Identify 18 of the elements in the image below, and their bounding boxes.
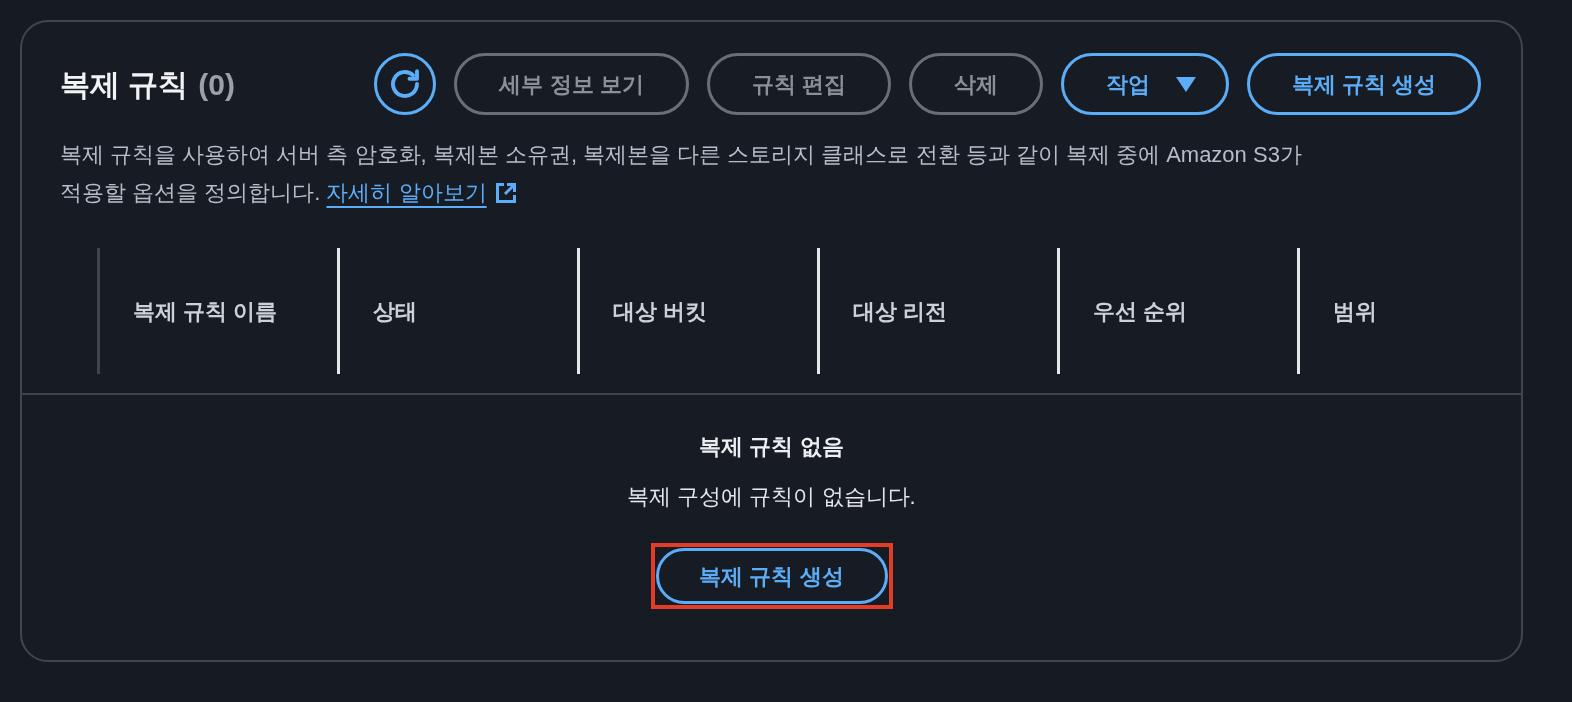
column-header: 대상 리전 — [853, 297, 948, 326]
column-header: 우선 순위 — [1093, 297, 1188, 326]
description-text: 복제 규칙을 사용하여 서버 측 암호화, 복제본 소유권, 복제본을 다른 스토리지 클래스로 전환 등과 같이 복제 중에 Amazon S3가 적용할 옵션을 정의합니다. 자세히 알아보기 — [22, 136, 1342, 212]
caret-down-icon — [1175, 76, 1196, 92]
panel-title: 복제 규칙 — [60, 66, 189, 103]
external-link-icon — [494, 182, 517, 204]
column-header: 상태 — [373, 297, 417, 326]
column-header: 복제 규칙 이름 — [133, 297, 278, 326]
column-header: 대상 버킷 — [613, 297, 708, 326]
empty-state-title: 복제 규칙 없음 — [699, 433, 844, 461]
refresh-button[interactable] — [374, 53, 437, 115]
toolbar-button[interactable]: 복제 규칙 생성 — [1246, 53, 1481, 115]
create-rule-button[interactable]: 복제 규칙 생성 — [655, 548, 888, 604]
rule-count: (0) — [198, 66, 235, 103]
column-header: 범위 — [1333, 297, 1377, 326]
learn-more-link[interactable]: 자세히 알아보기 — [326, 174, 517, 212]
empty-state-message: 복제 구성에 규칙이 없습니다. — [627, 483, 916, 511]
actions-dropdown-button[interactable]: 작업 — [1060, 53, 1229, 115]
